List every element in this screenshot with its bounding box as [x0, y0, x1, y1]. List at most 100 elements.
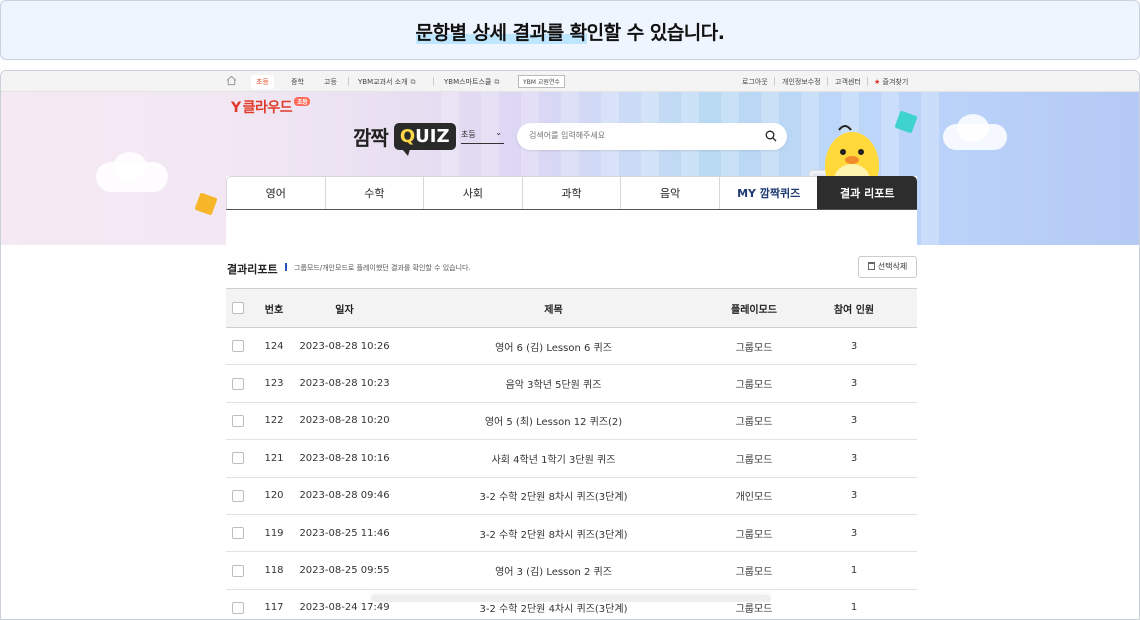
row-date: 2023-08-28 09:46: [299, 490, 390, 502]
quiz-logo-rest: UIZ: [415, 126, 450, 147]
row-checkbox-cell: [231, 590, 245, 619]
result-report-header: 결과리포트 그룹모드/개인모드로 플레이했던 결과를 확인할 수 있습니다. 선…: [226, 256, 917, 283]
row-play-mode: 그룹모드: [735, 380, 773, 392]
header-title: 제목: [544, 304, 563, 316]
row-checkbox-cell: [231, 403, 245, 439]
row-checkbox[interactable]: [232, 601, 244, 614]
table-row[interactable]: 122 2023-08-28 10:20 영어 5 (최) Lesson 12 퀴즈…: [226, 403, 917, 441]
row-play-mode: 개인모드: [735, 492, 773, 504]
cloud-logo[interactable]: Y 클라우드 초등: [231, 97, 311, 117]
row-title[interactable]: 3-2 수학 2단원 8차시 퀴즈(3단계): [446, 515, 661, 551]
row-participants: 3: [850, 415, 858, 427]
row-number: 121: [264, 452, 284, 464]
logo-text: 클라우드: [242, 100, 293, 116]
school-tab-middle[interactable]: 중학: [291, 77, 304, 87]
table-row[interactable]: 123 2023-08-28 10:23 음악 3학년 5단원 퀴즈 그룹모드 3: [226, 365, 917, 403]
row-play-mode: 그룹모드: [735, 417, 773, 429]
search-input[interactable]: [529, 131, 749, 140]
table-row[interactable]: 120 2023-08-28 09:46 3-2 수학 2단원 8차시 퀴즈(3단계…: [226, 478, 917, 515]
caption-banner: 문항별 상세 결과를 확인할 수 있습니다.: [0, 0, 1140, 60]
favorites-link[interactable]: ★ 즐겨찾기: [874, 77, 908, 87]
title-divider: [285, 263, 287, 271]
profile-edit-link[interactable]: 개인정보수정: [782, 77, 821, 87]
row-title[interactable]: 음악 3학년 5단원 퀴즈: [446, 365, 661, 401]
customer-center-link[interactable]: 고객센터: [835, 77, 861, 87]
row-participants: 3: [850, 378, 858, 390]
delete-selected-button[interactable]: 선택삭제: [858, 256, 917, 278]
caption-text: 문항별 상세 결과를 확인할 수 있습니다.: [1, 18, 1139, 45]
logo-badge: 초등: [294, 97, 311, 106]
row-participants: 3: [850, 452, 858, 464]
quiz-logo-q: Q: [399, 126, 416, 147]
row-play-mode: 그룹모드: [735, 454, 773, 466]
row-title[interactable]: 영어 5 (최) Lesson 12 퀴즈(2): [446, 403, 661, 439]
cloud-decoration: [113, 152, 147, 180]
row-checkbox-cell: [231, 328, 245, 364]
row-date: 2023-08-28 10:23: [299, 378, 390, 390]
logout-link[interactable]: 로그아웃: [742, 77, 768, 87]
tab-my-quiz[interactable]: MY 깜짝퀴즈: [718, 176, 819, 209]
search-icon[interactable]: [765, 130, 777, 142]
table-row[interactable]: 121 2023-08-28 10:16 사회 4학년 1학기 3단원 퀴즈 그룹모드…: [226, 440, 917, 478]
row-checkbox[interactable]: [232, 340, 244, 353]
header-date: 일자: [335, 304, 354, 316]
tab-math[interactable]: 수학: [324, 176, 425, 209]
table-header-row: 번호 일자 제목 플레이모드 참여 인원: [226, 288, 917, 328]
school-tab-elementary[interactable]: 초등: [251, 75, 274, 89]
row-checkbox[interactable]: [232, 527, 244, 540]
divider: [867, 77, 868, 86]
row-play-mode: 그룹모드: [735, 529, 773, 541]
cube-decoration: [194, 192, 218, 216]
row-title[interactable]: 영어 6 (김) Lesson 6 퀴즈: [446, 328, 661, 364]
row-number: 124: [264, 340, 284, 352]
header-num: 번호: [264, 304, 284, 316]
right-decoration: [894, 92, 1139, 245]
row-date: 2023-08-28 10:16: [299, 452, 390, 464]
ybm-training-link[interactable]: YBM 교원연수: [518, 75, 565, 88]
global-nav-bar: 초등 중학 고등 YBM교과서 소개 ⧉ YBM스마트스쿨 ⧉ YBM 교원연수 로…: [1, 71, 1139, 92]
tab-english[interactable]: 영어: [226, 176, 326, 209]
header-count: 참여 인원: [833, 304, 875, 316]
row-date: 2023-08-28 10:20: [299, 415, 390, 427]
section-title: 결과리포트: [227, 263, 278, 276]
horizontal-scrollbar[interactable]: [371, 595, 771, 602]
row-title[interactable]: 사회 4학년 1학기 3단원 퀴즈: [446, 440, 661, 476]
row-checkbox-cell: [231, 440, 245, 476]
row-number: 123: [264, 378, 284, 390]
divider: [433, 77, 434, 86]
link-ybm-textbook[interactable]: YBM교과서 소개 ⧉: [358, 77, 416, 87]
row-participants: 3: [850, 527, 858, 539]
header-mode: 플레이모드: [731, 304, 777, 316]
row-checkbox[interactable]: [232, 564, 244, 577]
table-row[interactable]: 118 2023-08-25 09:55 영어 3 (김) Lesson 2 퀴즈 그…: [226, 552, 917, 590]
row-participants: 1: [850, 565, 858, 577]
row-title[interactable]: 영어 3 (김) Lesson 2 퀴즈: [446, 552, 661, 588]
tab-music[interactable]: 음악: [620, 176, 720, 209]
quiz-brand[interactable]: 깜짝 QUIZ: [353, 122, 456, 156]
select-all-checkbox[interactable]: [232, 302, 244, 314]
favorites-label: 즐겨찾기: [882, 78, 909, 86]
school-tab-high[interactable]: 고등: [324, 77, 337, 87]
tab-result-report[interactable]: 결과 리포트: [817, 176, 918, 209]
home-icon[interactable]: [226, 75, 237, 86]
row-date: 2023-08-28 10:26: [299, 340, 390, 352]
row-title[interactable]: 3-2 수학 2단원 8차시 퀴즈(3단계): [446, 478, 661, 514]
table-row[interactable]: 119 2023-08-25 11:46 3-2 수학 2단원 8차시 퀴즈(3단계…: [226, 515, 917, 553]
cloud-decoration: [957, 114, 989, 142]
level-select[interactable]: 초등 ⌄: [461, 128, 504, 144]
tab-science[interactable]: 과학: [521, 176, 622, 209]
subject-tabs: 영어 수학 사회 과학 음악 MY 깜짝퀴즈 결과 리포트: [226, 176, 918, 210]
table-row[interactable]: 124 2023-08-28 10:26 영어 6 (김) Lesson 6 퀴즈 그…: [226, 328, 917, 366]
logo-mark-icon: Y: [231, 100, 241, 116]
link-ybm-smartschool[interactable]: YBM스마트스쿨 ⧉: [444, 77, 499, 87]
row-date: 2023-08-25 11:46: [299, 527, 390, 539]
divider: [348, 77, 349, 86]
row-participants: 1: [850, 602, 858, 614]
row-checkbox[interactable]: [232, 377, 244, 390]
row-checkbox[interactable]: [232, 452, 244, 465]
level-select-value: 초등: [461, 130, 476, 139]
row-checkbox[interactable]: [232, 414, 244, 427]
section-description: 그룹모드/개인모드로 플레이했던 결과를 확인할 수 있습니다.: [294, 264, 471, 272]
tab-social[interactable]: 사회: [423, 176, 523, 209]
row-checkbox[interactable]: [232, 489, 244, 502]
